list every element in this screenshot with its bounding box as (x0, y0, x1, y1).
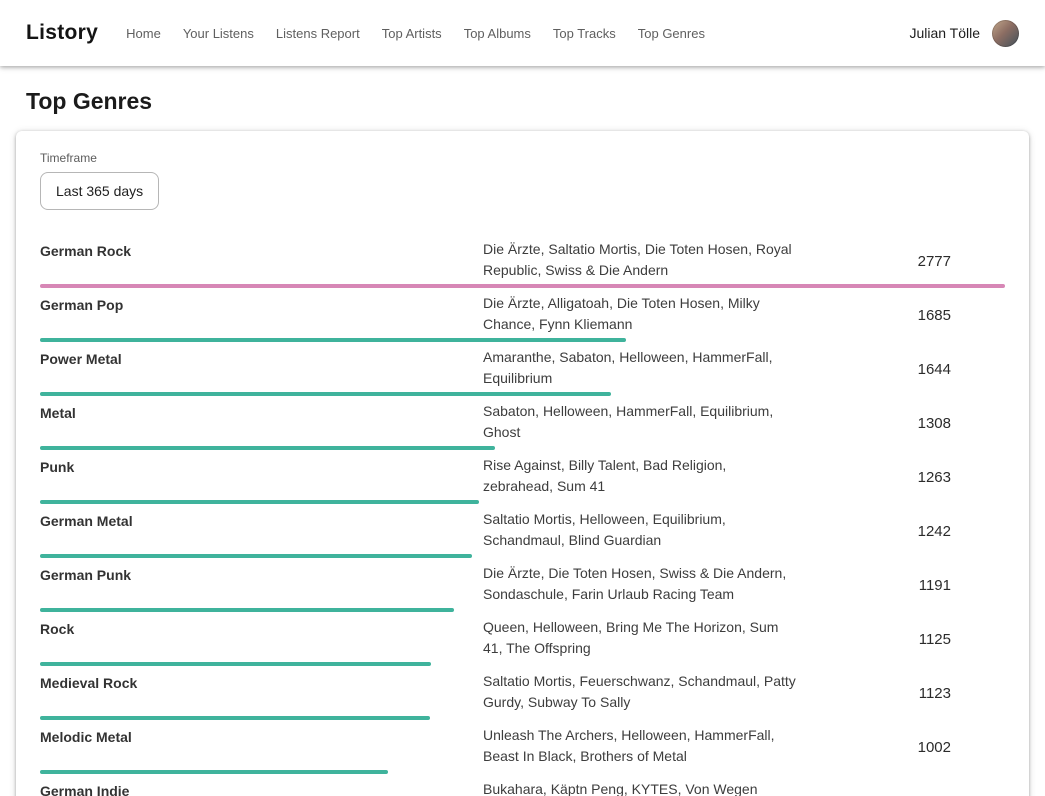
nav-link-top-albums[interactable]: Top Albums (464, 26, 531, 41)
genre-artists: Saltatio Mortis, Feuerschwanz, Schandmau… (483, 671, 798, 713)
genre-row: German Rock Die Ärzte, Saltatio Mortis, … (40, 234, 1005, 288)
genre-count: 1263 (918, 469, 1005, 486)
timeframe-select-button[interactable]: Last 365 days (40, 172, 159, 210)
genre-row: Rock Queen, Helloween, Bring Me The Hori… (40, 612, 1005, 666)
genre-row: Metal Sabaton, Helloween, HammerFall, Eq… (40, 396, 1005, 450)
user-name: Julian Tölle (909, 25, 980, 41)
nav-link-listens-report[interactable]: Listens Report (276, 26, 360, 41)
genre-name: German Pop (40, 293, 483, 313)
genre-name: Punk (40, 455, 483, 475)
nav-link-top-artists[interactable]: Top Artists (382, 26, 442, 41)
genre-row: Power Metal Amaranthe, Sabaton, Hellowee… (40, 342, 1005, 396)
genre-row: Melodic Metal Unleash The Archers, Hello… (40, 720, 1005, 774)
nav-link-home[interactable]: Home (126, 26, 161, 41)
genre-name: German Rock (40, 239, 483, 259)
nav-link-top-tracks[interactable]: Top Tracks (553, 26, 616, 41)
genres-list: German Rock Die Ärzte, Saltatio Mortis, … (40, 234, 1005, 796)
genre-artists: Die Ärzte, Alligatoah, Die Toten Hosen, … (483, 293, 798, 335)
genre-name: German Punk (40, 563, 483, 583)
timeframe-label: Timeframe (40, 151, 1005, 165)
page-title: Top Genres (26, 88, 1019, 115)
genre-name: German Metal (40, 509, 483, 529)
genre-count: 1685 (918, 307, 1005, 324)
genre-name: Rock (40, 617, 483, 637)
genre-artists: Die Ärzte, Die Toten Hosen, Swiss & Die … (483, 563, 798, 605)
genre-row: German Punk Die Ärzte, Die Toten Hosen, … (40, 558, 1005, 612)
genre-row: German Metal Saltatio Mortis, Helloween,… (40, 504, 1005, 558)
genre-count: 1002 (918, 739, 1005, 756)
genre-count: 2777 (918, 253, 1005, 270)
user-menu[interactable]: Julian Tölle (909, 20, 1019, 47)
genre-row: Medieval Rock Saltatio Mortis, Feuerschw… (40, 666, 1005, 720)
avatar[interactable] (992, 20, 1019, 47)
genre-row: Punk Rise Against, Billy Talent, Bad Rel… (40, 450, 1005, 504)
genre-row: German Pop Die Ärzte, Alligatoah, Die To… (40, 288, 1005, 342)
nav-link-your-listens[interactable]: Your Listens (183, 26, 254, 41)
genre-count: 1644 (918, 361, 1005, 378)
genre-artists: Die Ärzte, Saltatio Mortis, Die Toten Ho… (483, 239, 798, 281)
genre-artists: Unleash The Archers, Helloween, HammerFa… (483, 725, 798, 767)
genre-name: Power Metal (40, 347, 483, 367)
genre-name: Melodic Metal (40, 725, 483, 745)
genre-artists: Sabaton, Helloween, HammerFall, Equilibr… (483, 401, 798, 443)
genre-artists: Queen, Helloween, Bring Me The Horizon, … (483, 617, 798, 659)
genre-name: Medieval Rock (40, 671, 483, 691)
brand-logo[interactable]: Listory (26, 21, 98, 45)
genre-count: 1308 (918, 415, 1005, 432)
genre-artists: Bukahara, Käptn Peng, KYTES, Von Wegen L… (483, 779, 798, 796)
genre-artists: Saltatio Mortis, Helloween, Equilibrium,… (483, 509, 798, 551)
genre-count: 1242 (918, 523, 1005, 540)
genre-artists: Amaranthe, Sabaton, Helloween, HammerFal… (483, 347, 798, 389)
genre-artists: Rise Against, Billy Talent, Bad Religion… (483, 455, 798, 497)
top-genres-card: Timeframe Last 365 days German Rock Die … (16, 131, 1029, 796)
top-navbar: Listory Home Your Listens Listens Report To… (0, 0, 1045, 66)
genre-name: German Indie (40, 779, 483, 796)
genre-row: German Indie Bukahara, Käptn Peng, KYTES… (40, 774, 1005, 796)
main-nav: Home Your Listens Listens Report Top Artist… (126, 26, 705, 41)
nav-link-top-genres[interactable]: Top Genres (638, 26, 705, 41)
genre-count: 1191 (919, 577, 1005, 594)
genre-count: 1125 (919, 631, 1005, 648)
genre-name: Metal (40, 401, 483, 421)
genre-count: 1123 (919, 685, 1005, 702)
genre-count: 926 (926, 793, 1005, 796)
